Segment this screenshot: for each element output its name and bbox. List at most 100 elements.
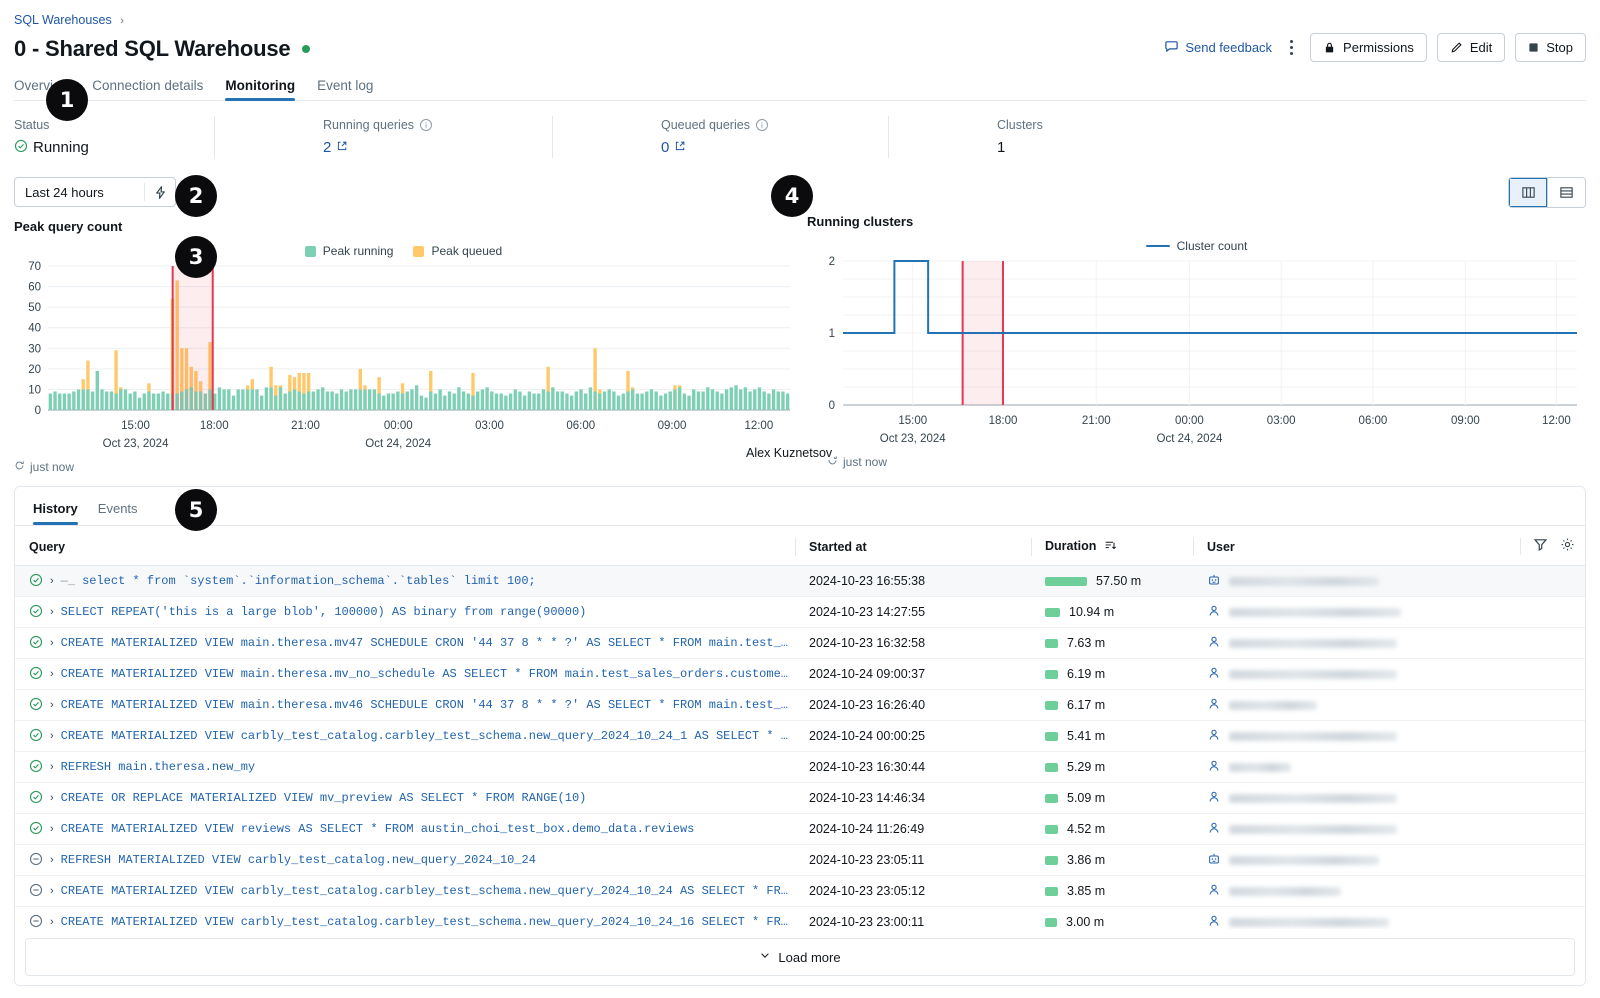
expand-row-icon[interactable]: › [50, 606, 54, 618]
more-options-icon[interactable] [1282, 37, 1300, 59]
sub-tab-history[interactable]: History [33, 501, 78, 525]
cell-query: › CREATE MATERIALIZED VIEW carbly_test_ca… [15, 720, 795, 752]
table-row[interactable]: › —_ select * from `system`.`information_s… [15, 565, 1585, 597]
expand-row-icon[interactable]: › [50, 699, 54, 711]
col-header-query[interactable]: Query [15, 529, 795, 566]
running-clusters-plot[interactable]: 0 1 2 15:00 18:00 21:00 00:00 03:00 06:00 09:00 12… [807, 253, 1586, 451]
col-header-started-at[interactable]: Started at [795, 529, 1031, 566]
table-row[interactable]: › REFRESH main.theresa.new_my 2024-10-23 1… [15, 751, 1585, 783]
lightning-icon[interactable] [145, 185, 175, 200]
table-row[interactable]: › CREATE MATERIALIZED VIEW carbly_test_ca… [15, 906, 1585, 930]
query-text[interactable]: select * from `system`.`information_sche… [82, 574, 536, 588]
stat-queued-queries-value: 0 [661, 139, 670, 156]
status-cancelled-icon [29, 914, 43, 930]
cell-started-at: 2024-10-23 16:55:38 [795, 565, 1031, 597]
table-row[interactable]: › CREATE MATERIALIZED VIEW main.theresa.m… [15, 627, 1585, 659]
legend-item-peak-running[interactable]: Peak running [304, 244, 393, 258]
expand-row-icon[interactable]: › [50, 823, 54, 835]
query-text[interactable]: REFRESH MATERIALIZED VIEW carbly_test_ca… [61, 853, 536, 867]
started-at-value: 2024-10-23 14:27:55 [809, 605, 926, 619]
expand-row-icon[interactable]: › [50, 730, 54, 742]
table-row[interactable]: › CREATE MATERIALIZED VIEW main.theresa.m… [15, 689, 1585, 721]
cell-duration: 5.41 m [1031, 720, 1193, 752]
cell-query: › REFRESH main.theresa.new_my [15, 751, 795, 783]
person-icon [1207, 821, 1221, 838]
load-more-button[interactable]: Load more [25, 938, 1575, 976]
info-icon[interactable]: i [755, 119, 768, 131]
stat-queued-queries-value-wrap[interactable]: 0 [661, 139, 888, 156]
info-icon[interactable]: i [420, 119, 433, 131]
query-text[interactable]: CREATE MATERIALIZED VIEW main.theresa.mv… [61, 667, 795, 681]
stop-button[interactable]: Stop [1515, 33, 1586, 62]
svg-text:30: 30 [28, 343, 41, 355]
sort-descending-icon[interactable] [1104, 539, 1117, 555]
legend-item-cluster-count[interactable]: Cluster count [1145, 239, 1247, 253]
cell-query: › SELECT REPEAT('this is a large blob', 1… [15, 596, 795, 628]
expand-row-icon[interactable]: › [50, 885, 54, 897]
gear-icon[interactable] [1560, 537, 1575, 555]
duration-bar [1045, 917, 1057, 927]
cell-query: › CREATE MATERIALIZED VIEW main.theresa.m… [15, 658, 795, 690]
time-range-picker[interactable]: Last 24 hours [14, 177, 176, 207]
person-icon [1207, 914, 1221, 930]
col-header-user[interactable]: User [1193, 529, 1585, 566]
running-clusters-svg[interactable]: 0 1 2 15:00 18:00 21:00 00:00 03:00 06:00 09:00 12… [807, 253, 1579, 448]
tab-event-log[interactable]: Event log [317, 78, 373, 101]
rows-view-icon[interactable] [1547, 178, 1585, 207]
query-text[interactable]: CREATE MATERIALIZED VIEW carbly_test_cat… [61, 915, 795, 929]
table-row[interactable]: › CREATE MATERIALIZED VIEW main.theresa.m… [15, 658, 1585, 690]
expand-row-icon[interactable]: › [50, 854, 54, 866]
table-row[interactable]: › CREATE MATERIALIZED VIEW carbly_test_ca… [15, 875, 1585, 907]
query-text[interactable]: CREATE MATERIALIZED VIEW carbly_test_cat… [61, 729, 795, 743]
user-name-redacted [1229, 669, 1397, 679]
started-at-value: 2024-10-23 23:00:11 [809, 915, 925, 929]
expand-row-icon[interactable]: › [50, 668, 54, 680]
query-history-table: Query Started at Duration User › —_ sele… [15, 529, 1585, 929]
expand-row-icon[interactable]: › [50, 761, 54, 773]
query-text[interactable]: SELECT REPEAT('this is a large blob', 10… [61, 605, 587, 619]
stats-bar: Status Running Running queries i 2 Queue… [14, 101, 1586, 173]
annotation-badge-3: 3 [175, 236, 217, 278]
query-text[interactable]: CREATE MATERIALIZED VIEW reviews AS SELE… [61, 822, 695, 836]
stat-running-queries-value-wrap[interactable]: 2 [323, 139, 552, 156]
expand-row-icon[interactable]: › [50, 792, 54, 804]
duration-bar [1045, 855, 1058, 865]
expand-row-icon[interactable]: › [50, 637, 54, 649]
svg-text:1: 1 [829, 328, 835, 340]
duration-bar [1045, 793, 1058, 803]
query-text[interactable]: CREATE OR REPLACE MATERIALIZED VIEW mv_p… [61, 791, 587, 805]
legend-item-peak-queued[interactable]: Peak queued [413, 244, 502, 258]
table-row[interactable]: › CREATE OR REPLACE MATERIALIZED VIEW mv_… [15, 782, 1585, 814]
breadcrumb-link-sql-warehouses[interactable]: SQL Warehouses [14, 13, 112, 27]
charts-region: Last 24 hours Peak query count Peak runn… [14, 177, 1586, 474]
expand-row-icon[interactable]: › [50, 916, 54, 928]
svg-text:0: 0 [35, 405, 41, 417]
table-row[interactable]: › CREATE MATERIALIZED VIEW reviews AS SEL… [15, 813, 1585, 845]
query-text[interactable]: CREATE MATERIALIZED VIEW carbly_test_cat… [61, 884, 795, 898]
tab-monitoring[interactable]: Monitoring [225, 78, 295, 101]
query-table-scroll[interactable]: Query Started at Duration User › —_ sele… [15, 529, 1585, 929]
tab-connection-details[interactable]: Connection details [92, 78, 203, 101]
columns-view-icon[interactable] [1509, 178, 1547, 207]
send-feedback-button[interactable]: Send feedback [1164, 39, 1272, 57]
query-text[interactable]: REFRESH main.theresa.new_my [61, 760, 255, 774]
table-row[interactable]: › SELECT REPEAT('this is a large blob', 1… [15, 596, 1585, 628]
svg-text:0: 0 [829, 400, 835, 412]
query-text[interactable]: CREATE MATERIALIZED VIEW main.theresa.mv… [61, 636, 795, 650]
peak-query-count-svg[interactable]: 0 10 20 30 40 50 60 70 15:00 18:00 21:00 00:00 03:00… [14, 258, 794, 453]
query-text[interactable]: CREATE MATERIALIZED VIEW main.theresa.mv… [61, 698, 795, 712]
person-icon [1207, 635, 1221, 652]
col-header-duration[interactable]: Duration [1031, 529, 1193, 566]
permissions-button[interactable]: Permissions [1310, 33, 1427, 62]
user-name-redacted [1229, 917, 1389, 927]
filter-icon[interactable] [1533, 537, 1548, 555]
status-success-icon [29, 728, 43, 745]
table-row[interactable]: › REFRESH MATERIALIZED VIEW carbly_test_c… [15, 844, 1585, 876]
svg-text:40: 40 [28, 323, 41, 335]
table-row[interactable]: › CREATE MATERIALIZED VIEW carbly_test_ca… [15, 720, 1585, 752]
edit-button[interactable]: Edit [1436, 33, 1506, 62]
expand-row-icon[interactable]: › [50, 575, 54, 587]
sub-tab-events[interactable]: Events [98, 501, 138, 525]
peak-query-count-plot[interactable]: 0 10 20 30 40 50 60 70 15:00 18:00 21:00 00:00 03:00… [14, 258, 793, 456]
duration-bar [1045, 638, 1058, 648]
